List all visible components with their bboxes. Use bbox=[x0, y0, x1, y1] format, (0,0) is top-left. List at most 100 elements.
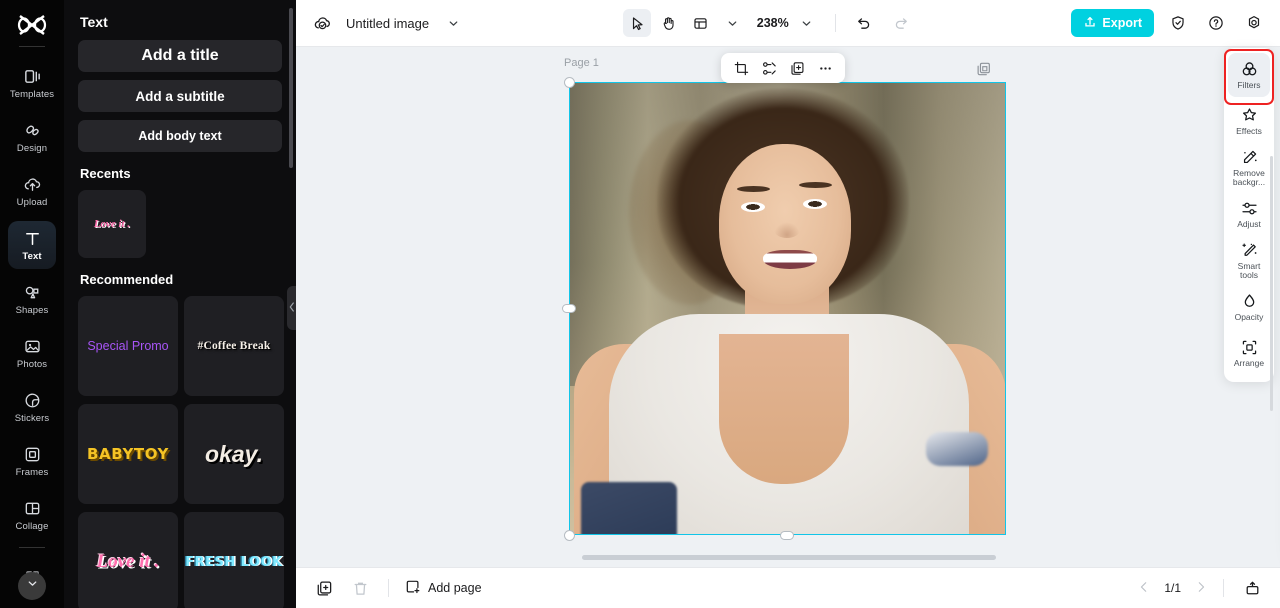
tool-arrange[interactable]: Arrange bbox=[1228, 331, 1270, 375]
recents-heading: Recents bbox=[80, 166, 131, 181]
recommended-text-card[interactable]: Special Promo bbox=[78, 296, 178, 396]
smart-tools-icon bbox=[1240, 241, 1259, 260]
photo-mouth bbox=[763, 250, 817, 269]
help-icon[interactable] bbox=[1202, 9, 1230, 37]
opacity-drop-icon bbox=[1240, 292, 1259, 311]
export-label: Export bbox=[1102, 16, 1142, 30]
capcut-logo[interactable] bbox=[15, 12, 49, 38]
recommended-text-card[interactable]: #Coffee Break bbox=[184, 296, 284, 396]
delete-page-button[interactable] bbox=[348, 576, 372, 600]
export-page-button[interactable] bbox=[1240, 576, 1264, 600]
chevron-left-icon bbox=[289, 299, 295, 317]
element-floating-toolbar bbox=[721, 53, 845, 83]
shapes-icon bbox=[22, 282, 42, 302]
shield-check-icon[interactable] bbox=[1164, 9, 1192, 37]
export-upload-icon bbox=[1083, 15, 1097, 32]
tool-filters[interactable]: Filters bbox=[1224, 49, 1274, 105]
photo-neckline bbox=[719, 334, 849, 484]
duplicate-page-button[interactable] bbox=[312, 576, 336, 600]
add-page-button[interactable]: Add page bbox=[405, 579, 482, 598]
layout-tool[interactable] bbox=[687, 9, 715, 37]
tool-label: Filters bbox=[1237, 80, 1261, 91]
recommended-heading: Recommended bbox=[80, 272, 174, 287]
tool-label: Effects bbox=[1236, 126, 1262, 137]
sidebar-item-photos[interactable]: Photos bbox=[8, 329, 56, 377]
zoom-control[interactable]: 238% bbox=[757, 9, 821, 37]
crop-icon[interactable] bbox=[729, 56, 753, 80]
recommended-grid: Special Promo #Coffee Break BABYTOY okay… bbox=[78, 296, 284, 608]
zoom-chevron-down-icon[interactable] bbox=[793, 9, 821, 37]
tool-adjust[interactable]: Adjust bbox=[1228, 192, 1270, 236]
add-body-text-button[interactable]: Add body text bbox=[78, 120, 282, 152]
tool-remove-background[interactable]: Remove backgr... bbox=[1228, 145, 1270, 190]
export-button[interactable]: Export bbox=[1071, 9, 1154, 37]
canvas-artboard[interactable] bbox=[569, 82, 1006, 535]
canvas-area[interactable]: Page 1 bbox=[296, 47, 1280, 567]
panel-collapse-handle[interactable] bbox=[287, 286, 296, 330]
sidebar-item-label: Collage bbox=[15, 521, 49, 532]
sidebar-item-label: Design bbox=[16, 143, 48, 154]
sidebar-item-upload[interactable]: Upload bbox=[8, 167, 56, 215]
split-layers-icon[interactable] bbox=[757, 56, 781, 80]
photo-shoe bbox=[926, 432, 988, 466]
tool-smart-tools[interactable]: Smart tools bbox=[1228, 238, 1270, 283]
document-title-chevron-down-icon[interactable] bbox=[439, 9, 467, 37]
panel-title: Text bbox=[80, 14, 108, 30]
rail-divider-2 bbox=[19, 547, 45, 548]
text-panel: Text Add a title Add a subtitle Add body… bbox=[64, 0, 296, 608]
canvas-layers-icon[interactable] bbox=[974, 59, 994, 79]
sidebar-item-collage[interactable]: Collage bbox=[8, 491, 56, 539]
settings-gear-icon[interactable] bbox=[1240, 9, 1268, 37]
tool-label: Opacity bbox=[1234, 311, 1264, 322]
rail-divider bbox=[19, 46, 45, 47]
tool-label: Adjust bbox=[1237, 218, 1261, 229]
cloud-saved-icon[interactable] bbox=[308, 9, 336, 37]
redo-button[interactable] bbox=[888, 9, 916, 37]
tool-effects[interactable]: Effects bbox=[1228, 99, 1270, 143]
toolbar-divider bbox=[834, 14, 836, 32]
tool-label: Smart tools bbox=[1237, 260, 1261, 280]
recents-grid: Love it . bbox=[78, 190, 282, 258]
recommended-text-card[interactable]: Love it . bbox=[78, 512, 178, 608]
photo-eye-left bbox=[741, 202, 765, 212]
recommended-text-card[interactable]: okay. bbox=[184, 404, 284, 504]
duplicate-icon[interactable] bbox=[785, 56, 809, 80]
next-page-button[interactable] bbox=[1195, 581, 1207, 596]
resize-handle-mid-left[interactable] bbox=[562, 304, 576, 313]
photo-brow-left bbox=[737, 186, 770, 192]
canvas-horizontal-scrollbar[interactable] bbox=[582, 555, 996, 560]
recommended-text-card[interactable]: FRESH LOOK bbox=[184, 512, 284, 608]
recommended-text-card[interactable]: BABYTOY bbox=[78, 404, 178, 504]
add-title-button[interactable]: Add a title bbox=[78, 40, 282, 72]
panel-scrollbar[interactable] bbox=[289, 8, 293, 168]
sidebar-expand-button[interactable] bbox=[18, 572, 46, 600]
hand-pan-tool[interactable] bbox=[655, 9, 683, 37]
layout-chevron-down-icon[interactable] bbox=[719, 9, 747, 37]
undo-button[interactable] bbox=[850, 9, 878, 37]
sidebar-item-templates[interactable]: Templates bbox=[8, 59, 56, 107]
cursor-select-tool[interactable] bbox=[622, 9, 651, 37]
resize-handle-bottom-left[interactable] bbox=[563, 529, 575, 541]
tool-opacity[interactable]: Opacity bbox=[1228, 285, 1270, 329]
add-subtitle-button[interactable]: Add a subtitle bbox=[78, 80, 282, 112]
effects-icon bbox=[1240, 106, 1259, 125]
sidebar-item-stickers[interactable]: Stickers bbox=[8, 383, 56, 431]
resize-handle-bottom-center[interactable] bbox=[780, 531, 794, 540]
prev-page-button[interactable] bbox=[1138, 581, 1150, 596]
sidebar-item-design[interactable]: Design bbox=[8, 113, 56, 161]
page-navigator: 1/1 bbox=[1138, 581, 1207, 596]
right-toolbar-scrollbar[interactable] bbox=[1270, 156, 1273, 411]
sidebar-item-label: Upload bbox=[16, 197, 48, 208]
sidebar-item-shapes[interactable]: Shapes bbox=[8, 275, 56, 323]
resize-handle-top-left[interactable] bbox=[563, 76, 575, 88]
document-title[interactable]: Untitled image bbox=[346, 16, 429, 31]
recommended-text-label: Special Promo bbox=[87, 339, 169, 353]
sidebar-item-text[interactable]: Text bbox=[8, 221, 56, 269]
recent-text-card[interactable]: Love it . bbox=[78, 190, 146, 258]
top-toolbar: Untitled image 238% Export bbox=[296, 0, 1280, 47]
chevron-down-icon bbox=[26, 577, 39, 595]
sidebar-item-frames[interactable]: Frames bbox=[8, 437, 56, 485]
sidebar-item-label: Frames bbox=[15, 467, 49, 478]
tool-label: Remove backgr... bbox=[1232, 168, 1266, 187]
more-horizontal-icon[interactable] bbox=[813, 56, 837, 80]
